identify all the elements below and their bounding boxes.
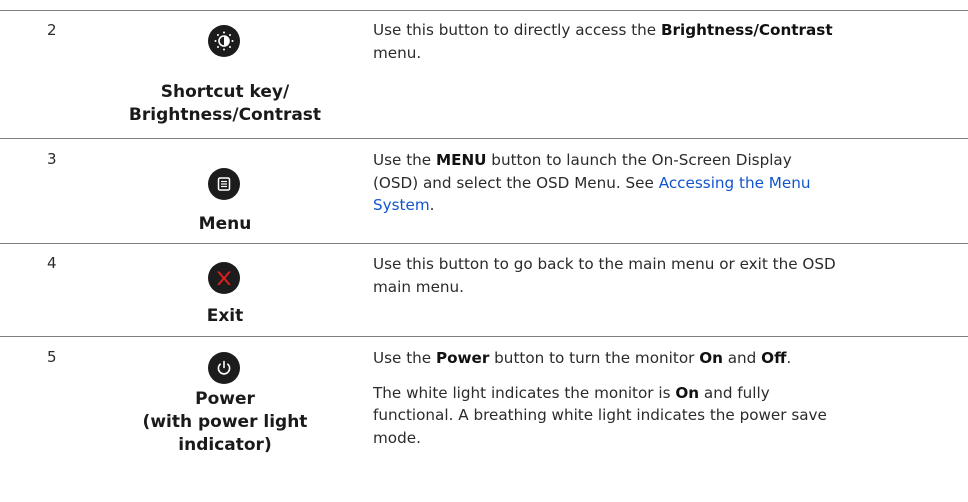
row-divider — [0, 243, 968, 244]
row-divider — [0, 336, 968, 337]
row-description: Use this button to go back to the main m… — [373, 255, 836, 296]
row-number: 5 — [47, 348, 57, 366]
menu-label: Menu — [198, 214, 252, 234]
row-description: Use this button to directly access the B… — [373, 21, 833, 62]
shortcut-key-label: Shortcut key/ Brightness/Contrast — [128, 82, 322, 125]
accessing-menu-system-link[interactable]: Accessing the Menu — [659, 174, 811, 192]
table-top-divider — [0, 10, 968, 11]
row-number: 3 — [47, 150, 57, 168]
menu-icon[interactable] — [208, 168, 240, 200]
power-label: Power (with power light indicator) — [142, 389, 308, 455]
row-number: 2 — [47, 21, 57, 39]
exit-label: Exit — [206, 306, 244, 326]
exit-icon[interactable] — [208, 262, 240, 294]
power-icon[interactable] — [208, 352, 240, 384]
row-divider — [0, 138, 968, 139]
row-description: Use the MENU button to launch the On-Scr… — [373, 151, 811, 214]
row-description: Use the Power button to turn the monitor… — [373, 349, 827, 447]
brightness-contrast-icon[interactable] — [208, 25, 240, 57]
row-number: 4 — [47, 254, 57, 272]
accessing-menu-system-link-cont[interactable]: System — [373, 196, 430, 214]
